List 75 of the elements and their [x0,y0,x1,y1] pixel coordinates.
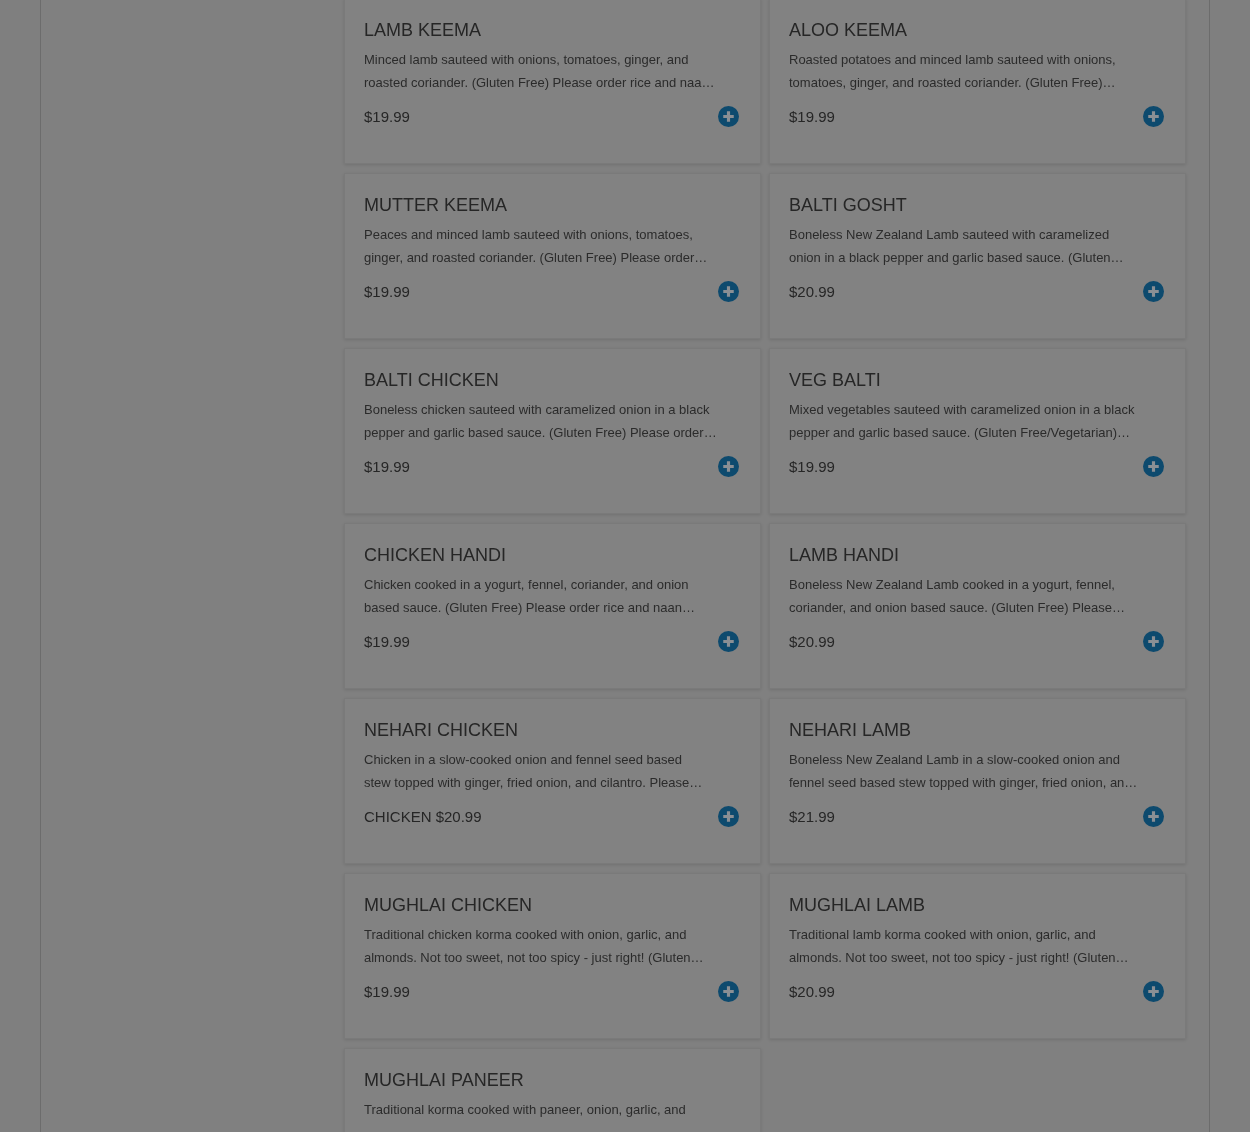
menu-item-price: $21.99 [789,808,835,825]
menu-item-card[interactable]: BALTI GOSHT Boneless New Zealand Lamb sauteed with caramelized onion in a black pepper and garlic based sauce. (Gluten… $20.99 [769,173,1186,339]
menu-item-price: $19.99 [364,633,410,650]
menu-item-title: MUTTER KEEMA [364,194,508,216]
menu-item-description: Boneless New Zealand Lamb cooked in a yogurt, fennel, [789,576,1116,594]
menu-item-description: Peaces and minced lamb sauteed with onions, tomatoes, [364,226,694,244]
menu-item-card[interactable]: BALTI CHICKEN Boneless chicken sauteed with caramelized onion in a black pepper and garlic based sauce. (Gluten Free) Please order… $19.99 [344,348,761,514]
menu-item-description: Chicken in a slow-cooked onion and fennel seed based [364,751,683,769]
menu-item-description: pepper and garlic based sauce. (Gluten Free/Vegetarian)… [789,424,1132,442]
menu-item-title: ALOO KEEMA [789,19,909,41]
menu-item-description: tomatoes, ginger, and roasted coriander. (Gluten Free)… [789,74,1117,92]
menu-item-price: $19.99 [364,283,410,300]
menu-item-description: Traditional lamb korma cooked with onion, garlic, and [789,926,1097,944]
menu-item-title: BALTI GOSHT [789,194,908,216]
menu-item-title: BALTI CHICKEN [364,369,500,391]
menu-item-card[interactable]: MUGHLAI LAMB Traditional lamb korma cooked with onion, garlic, and almonds. Not too sweet, not too spicy - just right! (Gluten… $20.99 [769,873,1186,1039]
menu-item-price: $20.99 [789,283,835,300]
menu-item-title: LAMB HANDI [789,544,901,566]
menu-item-description: almonds. Not too sweet, not too spicy - just right! (Gluten… [364,949,705,967]
menu-item-description: Boneless chicken sauteed with caramelized onion in a black [364,401,711,419]
menu-item-description: Traditional chicken korma cooked with onion, garlic, and [364,926,688,944]
add-icon[interactable] [718,106,739,127]
add-icon[interactable] [718,631,739,652]
menu-item-title: MUGHLAI LAMB [789,894,927,916]
menu-item-card[interactable]: LAMB HANDI Boneless New Zealand Lamb cooked in a yogurt, fennel, coriander, and onion based sauce. (Gluten Free) Please… $20.99 [769,523,1186,689]
menu-item-description: coriander, and onion based sauce. (Gluten Free) Please… [789,599,1127,617]
menu-item-description: based sauce. (Gluten Free) Please order rice and naan… [364,599,696,617]
menu-item-title: MUGHLAI PANEER [364,1069,525,1091]
menu-item-title: NEHARI CHICKEN [364,719,520,741]
menu-item-description: almonds. Not too sweet, not too spicy - just right! (Gluten… [789,949,1130,967]
menu-item-description: Chicken cooked in a yogurt, fennel, coriander, and onion [364,576,690,594]
menu-item-description: Traditional korma cooked with paneer, onion, garlic, and [364,1101,687,1119]
menu-item-card[interactable]: LAMB KEEMA Minced lamb sauteed with onions, tomatoes, ginger, and roasted coriander. (Gluten Free) Please order rice and naa… $19.99 [344,0,761,164]
add-icon[interactable] [1143,806,1164,827]
menu-item-description: stew topped with ginger, fried onion, and cilantro. Please… [364,774,704,792]
add-icon[interactable] [718,806,739,827]
menu-item-description: Boneless New Zealand Lamb in a slow-cooked onion and [789,751,1121,769]
menu-item-description: Minced lamb sauteed with onions, tomatoes, ginger, and [364,51,690,69]
menu-item-card[interactable]: CHICKEN HANDI Chicken cooked in a yogurt, fennel, coriander, and onion based sauce. (Gluten Free) Please order rice and naan… $19.99 [344,523,761,689]
menu-item-price: $20.99 [789,633,835,650]
add-icon[interactable] [1143,106,1164,127]
add-icon[interactable] [718,281,739,302]
menu-item-title: LAMB KEEMA [364,19,483,41]
add-icon[interactable] [718,456,739,477]
menu-item-price: $20.99 [789,983,835,1000]
menu-item-title: CHICKEN HANDI [364,544,507,566]
menu-item-card[interactable]: MUTTER KEEMA Peaces and minced lamb sauteed with onions, tomatoes, ginger, and roasted coriander. (Gluten Free) Please order… $19.99 [344,173,761,339]
menu-item-card[interactable]: MUGHLAI PANEER Traditional korma cooked with paneer, onion, garlic, and [344,1048,761,1132]
menu-item-description: Mixed vegetables sauteed with caramelized onion in a black [789,401,1136,419]
menu-item-price: $19.99 [364,458,410,475]
menu-item-description: Boneless New Zealand Lamb sauteed with caramelized [789,226,1111,244]
menu-item-card[interactable]: ALOO KEEMA Roasted potatoes and minced lamb sauteed with onions, tomatoes, ginger, and roasted coriander. (Gluten Free)… $19.99 [769,0,1186,164]
menu-item-title: NEHARI LAMB [789,719,913,741]
menu-item-price: $19.99 [789,108,835,125]
menu-item-price: $19.99 [364,983,410,1000]
menu-item-description: onion in a black pepper and garlic based sauce. (Gluten… [789,249,1125,267]
menu-item-price: CHICKEN $20.99 [364,808,482,825]
menu-item-description: pepper and garlic based sauce. (Gluten Free) Please order… [364,424,718,442]
add-icon[interactable] [718,981,739,1002]
menu-item-title: VEG BALTI [789,369,882,391]
menu-item-card[interactable]: MUGHLAI CHICKEN Traditional chicken korma cooked with onion, garlic, and almonds. Not too sweet, not too spicy - just right! (Gluten… $19.99 [344,873,761,1039]
menu-item-price: $19.99 [789,458,835,475]
add-icon[interactable] [1143,631,1164,652]
menu-item-description: roasted coriander. (Gluten Free) Please order rice and naa… [364,74,716,92]
add-icon[interactable] [1143,981,1164,1002]
menu-item-price: $19.99 [364,108,410,125]
menu-item-card[interactable]: VEG BALTI Mixed vegetables sauteed with caramelized onion in a black pepper and garlic based sauce. (Gluten Free/Vegetarian)… $19.99 [769,348,1186,514]
menu-item-title: MUGHLAI CHICKEN [364,894,534,916]
add-icon[interactable] [1143,456,1164,477]
menu-item-card[interactable]: NEHARI CHICKEN Chicken in a slow-cooked onion and fennel seed based stew topped with ginger, fried onion, and cilantro. Please… CHICKEN $20.99 [344,698,761,864]
menu-item-card[interactable]: NEHARI LAMB Boneless New Zealand Lamb in a slow-cooked onion and fennel seed based stew topped with ginger, fried onion, an… $21.99 [769,698,1186,864]
menu-item-description: Roasted potatoes and minced lamb sauteed with onions, [789,51,1117,69]
menu-item-description: ginger, and roasted coriander. (Gluten Free) Please order… [364,249,709,267]
menu-item-description: fennel seed based stew topped with ginger, fried onion, an… [789,774,1139,792]
add-icon[interactable] [1143,281,1164,302]
